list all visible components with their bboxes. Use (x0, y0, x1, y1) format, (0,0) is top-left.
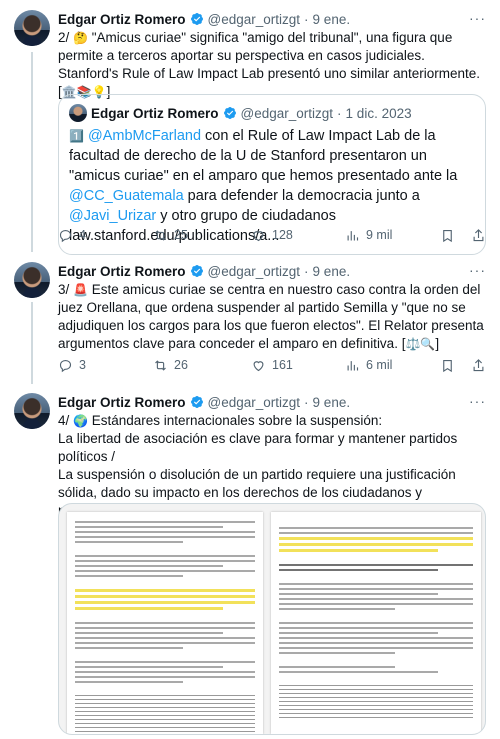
tweet-3[interactable]: Edgar Ortiz Romero @edgar_ortizgt · 9 en… (58, 262, 486, 353)
reply-icon (59, 359, 72, 372)
bracket-close: ] (435, 336, 440, 351)
like-button[interactable]: 128 (251, 228, 293, 243)
share-button[interactable] (471, 358, 486, 373)
document-page-left (67, 512, 263, 734)
tweet-header: Edgar Ortiz Romero @edgar_ortizgt · 9 en… (58, 262, 486, 280)
bookmark-button[interactable] (440, 228, 455, 243)
share-icon (473, 358, 484, 371)
globe-emoji: 🌍 (73, 414, 88, 428)
retweet-count: 26 (174, 358, 188, 372)
bookmark-icon (443, 229, 452, 242)
tweet-header: Edgar Ortiz Romero @edgar_ortizgt · 9 en… (58, 10, 486, 28)
document-image[interactable] (58, 503, 486, 735)
tweet-date[interactable]: 9 ene. (313, 12, 351, 27)
tweet-body: "Amicus curiae" significa "amigo del tri… (58, 30, 481, 99)
tweet-actions: 4 25 128 9 mil (58, 225, 486, 245)
tweet-text: 2/ 🤔 "Amicus curiae" significa "amigo de… (58, 29, 486, 101)
quoted-author-name: Edgar Ortiz Romero (91, 105, 219, 121)
avatar[interactable] (14, 10, 50, 46)
separator-dot: · (304, 394, 309, 410)
retweet-count: 25 (174, 228, 188, 242)
quoted-author-handle: @edgar_ortizgt (240, 105, 334, 121)
mention-link[interactable]: @CC_Guatemala (69, 188, 184, 204)
like-button[interactable]: 161 (251, 358, 293, 373)
quoted-text-part: para defender la democracia junto a (183, 188, 420, 204)
tweet-line: La libertad de asociación es clave para … (58, 431, 458, 464)
thinking-emoji: 🤔 (73, 31, 88, 45)
avatar[interactable] (14, 262, 50, 298)
reply-count: 4 (79, 228, 86, 242)
tweet-date[interactable]: 9 ene. (313, 395, 351, 410)
author-handle[interactable]: @edgar_ortizgt (208, 395, 301, 410)
mention-link[interactable]: @AmbMcFarland (88, 128, 201, 144)
author-name[interactable]: Edgar Ortiz Romero (58, 395, 186, 410)
views-count: 9 mil (366, 228, 393, 242)
avatar[interactable] (14, 393, 50, 429)
retweet-button[interactable]: 25 (153, 228, 188, 243)
verified-badge-icon (190, 13, 203, 25)
quoted-avatar (69, 104, 87, 122)
separator-dot: · (304, 11, 309, 27)
tweet-number: 4/ (58, 413, 74, 428)
reply-count: 3 (79, 358, 86, 372)
quoted-tweet-header: Edgar Ortiz Romero @edgar_ortizgt · 1 di… (69, 103, 475, 123)
retweet-icon (155, 359, 166, 371)
share-button[interactable] (471, 228, 486, 243)
reply-button[interactable]: 4 (58, 228, 86, 243)
more-icon[interactable]: ··· (469, 393, 486, 409)
views-button[interactable]: 6 mil (345, 358, 392, 373)
views-button[interactable]: 9 mil (345, 228, 392, 243)
bookmark-button[interactable] (440, 358, 455, 373)
views-icon (347, 360, 359, 370)
more-icon[interactable]: ··· (469, 262, 486, 278)
retweet-button[interactable]: 26 (153, 358, 188, 373)
views-icon (347, 230, 359, 240)
author-name[interactable]: Edgar Ortiz Romero (58, 264, 186, 279)
views-count: 6 mil (366, 358, 393, 372)
verified-badge-icon (190, 265, 203, 277)
like-count: 161 (272, 358, 293, 372)
tweet-actions: 3 26 161 6 mil (58, 355, 486, 375)
tweet-text: 3/ 🚨 Este amicus curiae se centra en nue… (58, 281, 486, 353)
tweet-4[interactable]: Edgar Ortiz Romero @edgar_ortizgt · 9 en… (58, 393, 486, 520)
tweet-date[interactable]: 9 ene. (313, 264, 351, 279)
like-icon (253, 360, 264, 371)
tweet-number: 2/ (58, 30, 74, 45)
quoted-date: 1 dic. 2023 (345, 105, 412, 121)
thread-line (31, 52, 33, 252)
tweet-2[interactable]: Edgar Ortiz Romero @edgar_ortizgt · 9 en… (58, 10, 486, 101)
siren-emoji: 🚨 (73, 283, 88, 297)
separator-dot: · (337, 105, 342, 121)
author-handle[interactable]: @edgar_ortizgt (208, 12, 301, 27)
author-name[interactable]: Edgar Ortiz Romero (58, 12, 186, 27)
retweet-icon (155, 229, 166, 241)
share-icon (473, 228, 484, 241)
tweet-body: Estándares internacionales sobre la susp… (87, 413, 383, 428)
bookmark-icon (443, 359, 452, 372)
verified-badge-icon (223, 107, 236, 119)
thread-line (31, 302, 33, 384)
tweet-number: 3/ (58, 282, 74, 297)
like-icon (253, 230, 264, 241)
more-icon[interactable]: ··· (469, 10, 486, 26)
separator-dot: · (304, 263, 309, 279)
reply-button[interactable]: 3 (58, 358, 86, 373)
document-page-right (271, 512, 481, 734)
tweet-header: Edgar Ortiz Romero @edgar_ortizgt · 9 en… (58, 393, 486, 411)
mention-link[interactable]: @Javi_Urizar (69, 208, 156, 224)
like-count: 128 (272, 228, 293, 242)
keycap-one-emoji: 1️⃣ (69, 129, 84, 143)
emoji-group: ⚖️🔍 (405, 337, 436, 351)
reply-icon (59, 229, 72, 242)
verified-badge-icon (190, 396, 203, 408)
author-handle[interactable]: @edgar_ortizgt (208, 264, 301, 279)
